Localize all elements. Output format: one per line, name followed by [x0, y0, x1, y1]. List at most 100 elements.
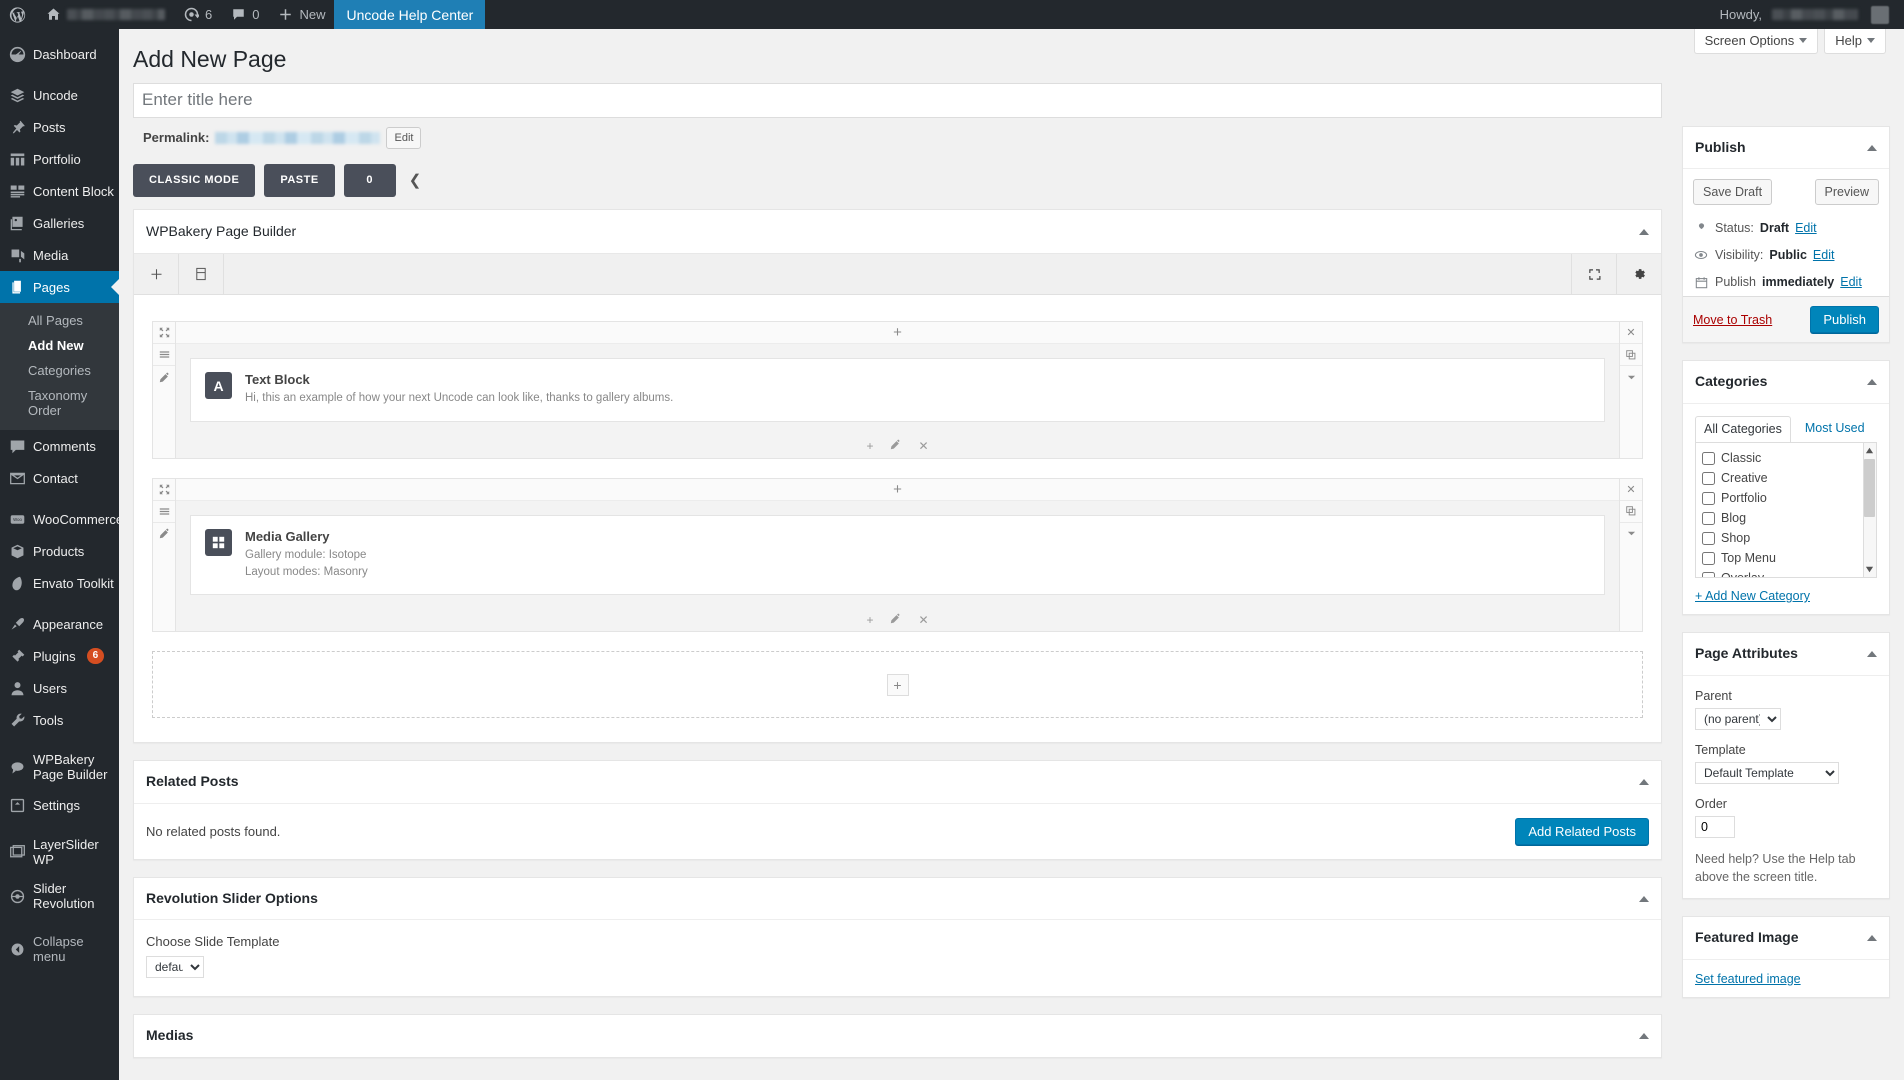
templates-icon[interactable] [179, 254, 224, 295]
row-layout-icon[interactable] [153, 501, 175, 523]
related-posts-header[interactable]: Related Posts [134, 761, 1661, 804]
category-item[interactable]: Creative [1702, 468, 1876, 488]
row-dropdown-icon[interactable] [1620, 523, 1642, 545]
chevron-up-icon[interactable] [1867, 934, 1877, 941]
sidebar-item-wpbakery-page-builder[interactable]: WPBakery Page Builder [0, 745, 119, 789]
sidebar-item-taxonomy-order[interactable]: Taxonomy Order [0, 383, 119, 423]
clipboard-counter-button[interactable]: 0 [343, 163, 396, 197]
builder-element[interactable]: Media Gallery Gallery module: Isotope La… [190, 514, 1605, 596]
sidebar-item-woocommerce[interactable]: Woo WooCommerce [0, 503, 119, 535]
categories-box-header[interactable]: Categories [1683, 361, 1889, 405]
sidebar-item-portfolio[interactable]: Portfolio [0, 143, 119, 175]
delete-row-icon[interactable]: ✕ [1620, 322, 1642, 345]
page-attributes-header[interactable]: Page Attributes [1683, 633, 1889, 676]
wpbakery-header[interactable]: WPBakery Page Builder [134, 210, 1661, 255]
slide-template-select[interactable]: default [146, 956, 204, 979]
preview-button[interactable]: Preview [1814, 179, 1879, 206]
sidebar-item-products[interactable]: Products [0, 535, 119, 567]
row-add-bar[interactable]: + [176, 478, 1619, 501]
row-layout-icon[interactable] [153, 344, 175, 367]
sidebar-item-dashboard[interactable]: Dashboard [0, 38, 119, 70]
add-row-plus-icon[interactable]: + [886, 673, 909, 696]
new-content-menu[interactable]: New [268, 0, 334, 29]
category-checkbox[interactable] [1702, 451, 1715, 465]
wordpress-logo-menu[interactable] [0, 0, 36, 29]
category-item[interactable]: Portfolio [1702, 488, 1876, 508]
sidebar-item-plugins[interactable]: Plugins 6 [0, 640, 119, 672]
column-add-icon[interactable]: + [866, 613, 873, 627]
tab-all-categories[interactable]: All Categories [1695, 416, 1791, 444]
category-item[interactable]: Shop [1702, 528, 1876, 548]
clone-row-icon[interactable] [1620, 344, 1642, 367]
sidebar-item-appearance[interactable]: Appearance [0, 608, 119, 640]
edit-permalink-button[interactable]: Edit [386, 126, 422, 149]
parent-select[interactable]: (no parent) [1695, 707, 1781, 730]
category-checkbox[interactable] [1702, 471, 1715, 485]
sidebar-item-users[interactable]: Users [0, 672, 119, 704]
sidebar-item-uncode[interactable]: Uncode [0, 79, 119, 111]
scroll-up-icon[interactable] [1865, 446, 1874, 455]
category-item[interactable]: Top Menu [1702, 548, 1876, 568]
category-checkbox[interactable] [1702, 511, 1715, 525]
add-element-plus-icon[interactable]: + [893, 482, 902, 497]
tab-most-used[interactable]: Most Used [1803, 415, 1867, 442]
column-edit-icon[interactable] [890, 439, 901, 453]
move-row-icon[interactable] [153, 322, 175, 345]
chevron-up-icon[interactable] [1867, 650, 1877, 657]
revslider-header[interactable]: Revolution Slider Options [134, 878, 1661, 921]
paste-button[interactable]: PASTE [264, 163, 335, 197]
sidebar-item-contact[interactable]: Contact [0, 462, 119, 494]
category-checkbox[interactable] [1702, 571, 1715, 578]
sidebar-item-comments[interactable]: Comments [0, 430, 119, 462]
add-element-icon[interactable] [134, 254, 179, 295]
sidebar-item-layerslider-wp[interactable]: LayerSlider WP [0, 830, 119, 874]
category-item[interactable]: Blog [1702, 508, 1876, 528]
comments-menu[interactable]: 0 [221, 0, 268, 29]
save-draft-button[interactable]: Save Draft [1693, 179, 1773, 206]
updates-menu[interactable]: 6 [174, 0, 221, 29]
help-tab[interactable]: Help [1824, 29, 1886, 54]
sidebar-item-envato-toolkit[interactable]: Envato Toolkit [0, 567, 119, 599]
chevron-up-icon[interactable] [1867, 144, 1877, 151]
gear-icon[interactable] [1616, 254, 1661, 295]
sidebar-item-add-new[interactable]: Add New [0, 333, 119, 358]
category-checkbox[interactable] [1702, 531, 1715, 545]
featured-image-header[interactable]: Featured Image [1683, 917, 1889, 960]
edit-row-icon[interactable] [153, 366, 175, 388]
sidebar-item-media[interactable]: Media [0, 239, 119, 271]
publish-box-header[interactable]: Publish [1683, 127, 1889, 170]
account-menu[interactable]: Howdy, [1711, 0, 1898, 29]
sidebar-item-settings[interactable]: Settings [0, 789, 119, 821]
site-name-menu[interactable] [36, 0, 174, 29]
column-delete-icon[interactable]: ✕ [918, 613, 928, 627]
chevron-left-icon[interactable]: ❮ [405, 171, 426, 189]
schedule-edit-link[interactable]: Edit [1840, 275, 1862, 289]
screen-options-tab[interactable]: Screen Options [1693, 29, 1819, 54]
sidebar-item-all-pages[interactable]: All Pages [0, 308, 119, 333]
sidebar-item-content-block[interactable]: Content Block [0, 175, 119, 207]
sidebar-item-posts[interactable]: Posts [0, 111, 119, 143]
sidebar-item-categories[interactable]: Categories [0, 358, 119, 383]
status-edit-link[interactable]: Edit [1795, 221, 1817, 235]
category-checkbox[interactable] [1702, 551, 1715, 565]
column-delete-icon[interactable]: ✕ [918, 439, 928, 453]
sidebar-item-slider-revolution[interactable]: Slider Revolution [0, 874, 119, 918]
add-row-placeholder[interactable]: + [152, 651, 1643, 719]
fullscreen-icon[interactable] [1571, 254, 1616, 295]
sidebar-item-tools[interactable]: Tools [0, 704, 119, 736]
row-add-bar[interactable]: + [176, 322, 1619, 345]
column-add-icon[interactable]: + [866, 439, 873, 453]
edit-row-icon[interactable] [153, 523, 175, 545]
categories-scrollbar[interactable] [1863, 443, 1876, 578]
category-checkbox[interactable] [1702, 491, 1715, 505]
set-featured-image-link[interactable]: Set featured image [1695, 972, 1801, 986]
chevron-up-icon[interactable] [1639, 228, 1649, 235]
chevron-up-icon[interactable] [1867, 379, 1877, 386]
category-item[interactable]: Overlay [1702, 568, 1876, 578]
visibility-edit-link[interactable]: Edit [1813, 248, 1835, 262]
classic-mode-button[interactable]: CLASSIC MODE [133, 163, 256, 197]
delete-row-icon[interactable]: ✕ [1620, 479, 1642, 501]
row-dropdown-icon[interactable] [1620, 366, 1642, 388]
scrollbar-thumb[interactable] [1864, 459, 1875, 518]
builder-element[interactable]: A Text Block Hi, this an example of how … [190, 358, 1605, 422]
